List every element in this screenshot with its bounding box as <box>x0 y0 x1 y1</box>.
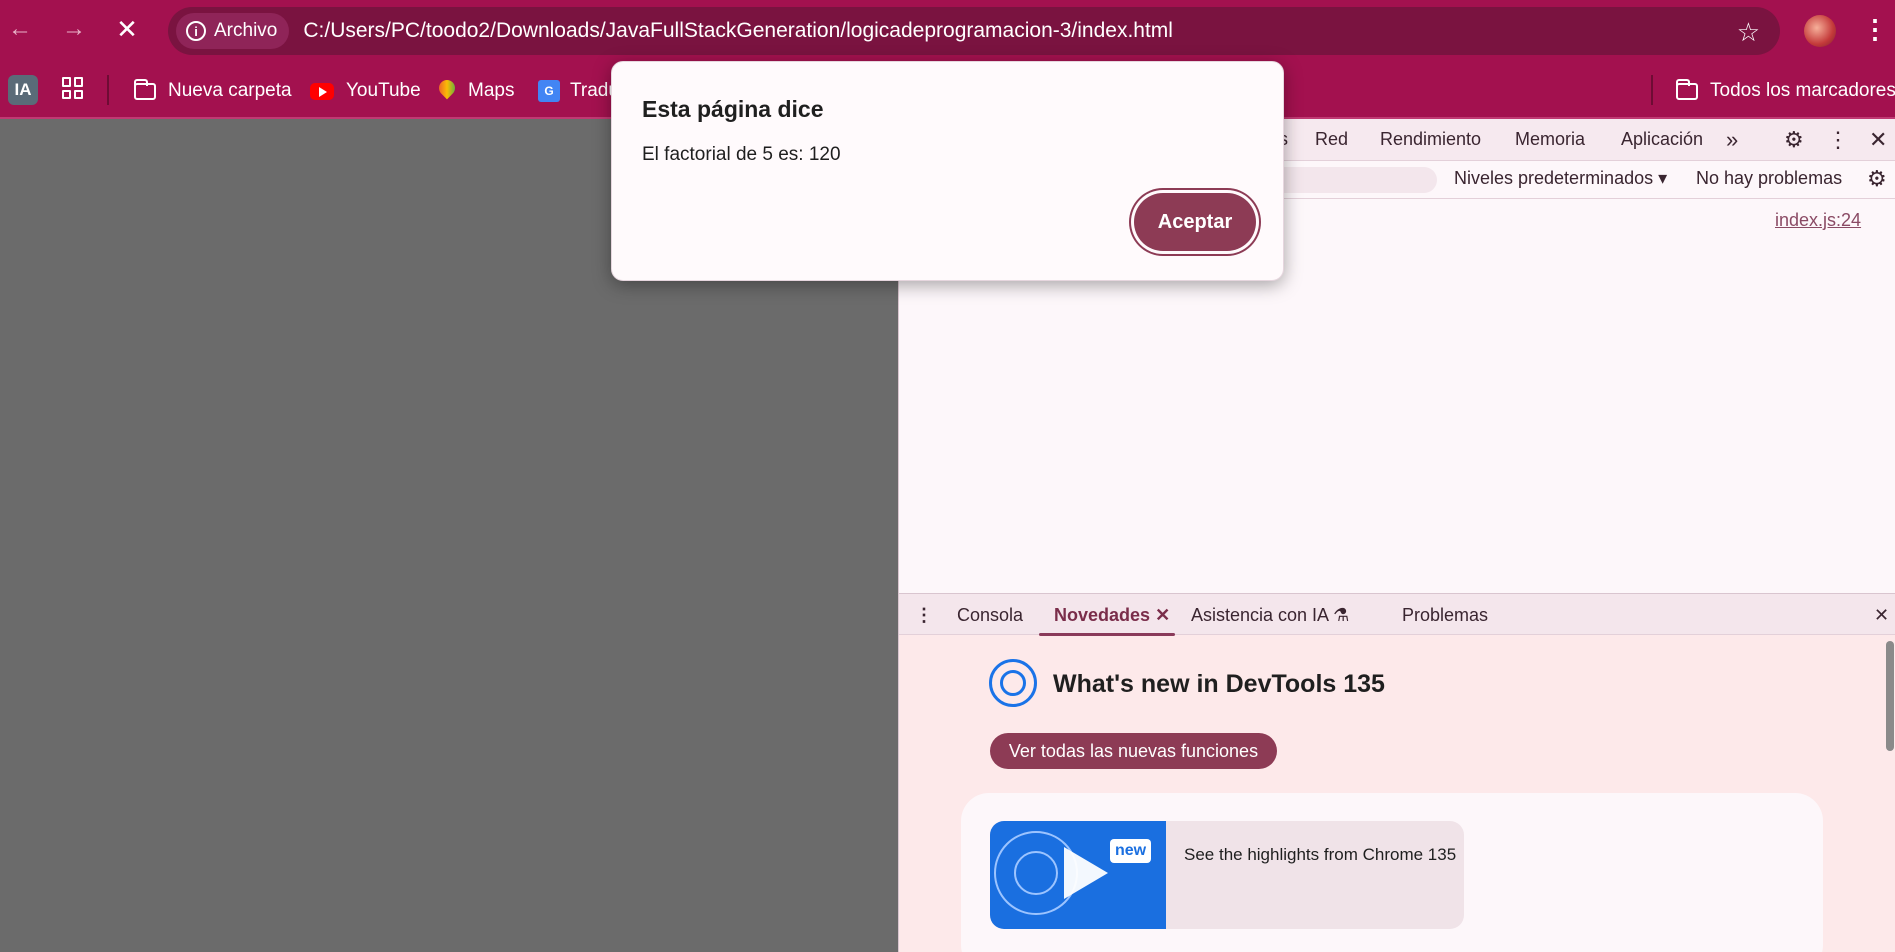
security-chip[interactable]: i Archivo <box>176 13 290 49</box>
drawer-tab-bar: ⋮ Consola Novedades ✕ Asistencia con IA … <box>899 593 1895 636</box>
console-settings-icon[interactable]: ⚙ <box>1867 166 1887 192</box>
bookmark-maps[interactable]: Maps <box>438 77 514 105</box>
accept-button[interactable]: Aceptar <box>1134 193 1256 251</box>
tab-ai-assistance[interactable]: Asistencia con IA ⚗ <box>1191 605 1349 626</box>
tab-console[interactable]: Consola <box>957 605 1023 626</box>
tab-whats-new[interactable]: Novedades ✕ <box>1054 605 1170 626</box>
maps-icon <box>438 80 456 102</box>
issues-indicator[interactable]: No hay problemas <box>1696 168 1842 189</box>
tab-whats-new-label: Novedades <box>1054 605 1151 625</box>
chrome-devtools-icon <box>989 659 1037 707</box>
dialog-message: El factorial de 5 es: 120 <box>642 144 841 165</box>
folder-icon <box>134 78 156 100</box>
all-bookmarks-label: Todos los marcadores <box>1710 80 1895 101</box>
ia-bookmark[interactable]: IA <box>8 75 38 105</box>
folder-icon <box>1676 78 1698 100</box>
bookmark-star-icon[interactable]: ☆ <box>1737 17 1760 48</box>
alert-dialog: Esta página dice El factorial de 5 es: 1… <box>611 61 1284 281</box>
bookmark-nueva-carpeta[interactable]: Nueva carpeta <box>134 77 292 105</box>
tab-ai-label: Asistencia con IA <box>1191 605 1329 625</box>
forward-arrow-icon[interactable]: → <box>60 15 88 43</box>
source-link[interactable]: index.js:24 <box>1775 210 1861 231</box>
new-badge: new <box>1110 839 1152 863</box>
bookmarks-separator <box>107 75 109 105</box>
bookmark-label: Maps <box>468 80 515 101</box>
back-arrow-icon[interactable]: ← <box>6 15 34 43</box>
see-all-features-button[interactable]: Ver todas las nuevas funciones <box>990 733 1277 769</box>
close-drawer-icon[interactable]: ✕ <box>1874 605 1889 626</box>
browser-toolbar: ← → ✕ i Archivo C:/Users/PC/toodo2/Downl… <box>0 0 1895 62</box>
scrollbar[interactable] <box>1886 641 1894 751</box>
close-tab-icon[interactable]: ✕ <box>1155 605 1170 625</box>
apps-grid-icon[interactable] <box>62 77 84 99</box>
more-tabs-icon[interactable]: » <box>1726 127 1738 153</box>
active-tab-indicator <box>1039 633 1175 636</box>
devtools-drawer: ⋮ Consola Novedades ✕ Asistencia con IA … <box>899 593 1895 952</box>
settings-gear-icon[interactable]: ⚙ <box>1784 127 1804 153</box>
bookmarks-separator <box>1651 75 1653 105</box>
play-icon <box>1064 847 1108 899</box>
video-thumbnail: new <box>990 821 1166 929</box>
flask-icon: ⚗ <box>1333 605 1350 625</box>
drawer-menu-icon[interactable]: ⋮ <box>915 605 933 626</box>
profile-avatar[interactable] <box>1804 15 1836 47</box>
devtools-menu-icon[interactable]: ⋮ <box>1827 127 1849 153</box>
browser-menu-icon[interactable]: ⋮ <box>1862 14 1888 45</box>
video-highlight-card[interactable]: new See the highlights from Chrome 135 <box>990 821 1464 929</box>
dropdown-arrow-icon: ▾ <box>1658 168 1668 188</box>
bookmark-traductor[interactable]: G Tradu <box>538 77 619 105</box>
close-devtools-icon[interactable]: ✕ <box>1869 127 1887 153</box>
tab-memory[interactable]: Memoria <box>1515 129 1585 150</box>
translate-icon: G <box>538 80 560 102</box>
all-bookmarks[interactable]: Todos los marcadores <box>1676 77 1895 105</box>
tab-application[interactable]: Aplicación <box>1621 129 1703 150</box>
security-chip-label: Archivo <box>214 20 278 41</box>
address-bar[interactable]: i Archivo C:/Users/PC/toodo2/Downloads/J… <box>168 7 1780 55</box>
url-text[interactable]: C:/Users/PC/toodo2/Downloads/JavaFullSta… <box>303 19 1173 43</box>
tab-network[interactable]: Red <box>1315 129 1348 150</box>
youtube-icon <box>310 82 334 100</box>
bookmark-label: YouTube <box>346 80 421 101</box>
video-description: See the highlights from Chrome 135 <box>1184 845 1457 864</box>
info-icon: i <box>186 21 206 41</box>
bookmark-label: Nueva carpeta <box>168 80 292 101</box>
log-levels-dropdown[interactable]: Niveles predeterminados ▾ <box>1454 168 1667 189</box>
stop-loading-icon[interactable]: ✕ <box>113 14 141 44</box>
bookmark-youtube[interactable]: YouTube <box>310 77 421 105</box>
dialog-title: Esta página dice <box>642 96 824 122</box>
tab-problems[interactable]: Problemas <box>1402 605 1488 626</box>
whats-new-title: What's new in DevTools 135 <box>1053 670 1385 698</box>
log-levels-label: Niveles predeterminados <box>1454 168 1654 188</box>
tab-performance[interactable]: Rendimiento <box>1380 129 1481 150</box>
